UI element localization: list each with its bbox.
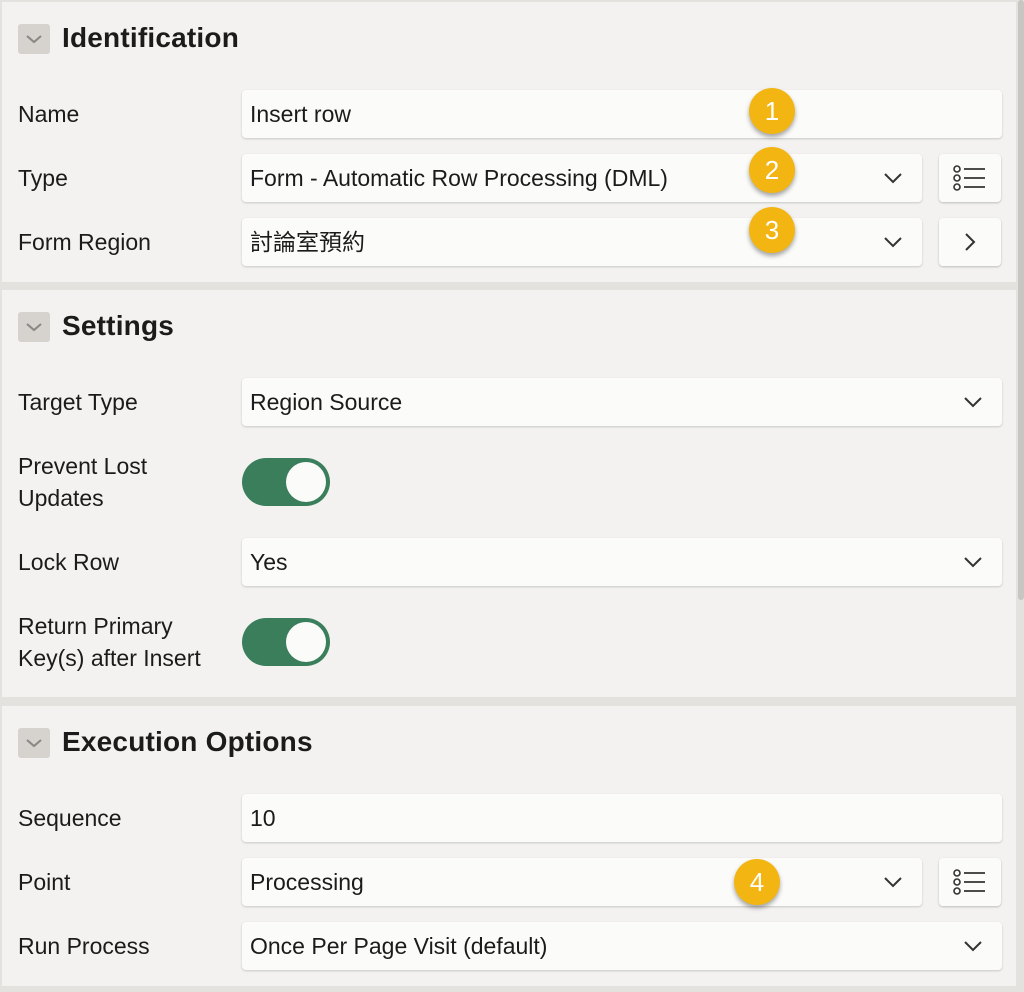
callout-badge-1: 1: [749, 88, 795, 134]
point-list-button[interactable]: [939, 858, 1001, 906]
target-type-row: Target Type Region Source: [2, 378, 1016, 430]
form-region-select[interactable]: 討論室預約: [242, 218, 922, 266]
execution-options-header[interactable]: Execution Options: [2, 706, 1016, 776]
point-row: Point Processing: [2, 858, 1016, 910]
go-to-region-button[interactable]: [939, 218, 1001, 266]
prevent-lost-updates-toggle[interactable]: [242, 458, 330, 506]
settings-section: Settings Target Type Region Source Preve…: [2, 290, 1016, 697]
target-type-select[interactable]: Region Source: [242, 378, 1002, 426]
type-label: Type: [18, 165, 68, 191]
callout-badge-3: 3: [749, 207, 795, 253]
chevron-down-icon: [26, 35, 42, 44]
sequence-label: Sequence: [18, 805, 122, 831]
run-process-select[interactable]: Once Per Page Visit (default): [242, 922, 1002, 970]
lock-row-value: Yes: [250, 549, 288, 575]
target-type-label: Target Type: [18, 389, 138, 415]
prevent-lost-updates-row: Prevent Lost Updates: [2, 450, 1016, 514]
form-region-row: Form Region 討論室預約: [2, 218, 1016, 270]
collapse-identification-button[interactable]: [18, 24, 50, 54]
form-region-label: Form Region: [18, 229, 151, 255]
return-pk-label-line1: Return Primary: [18, 613, 173, 639]
run-process-value: Once Per Page Visit (default): [250, 933, 548, 959]
return-pk-row: Return Primary Key(s) after Insert: [2, 610, 1016, 674]
toggle-knob: [286, 462, 326, 502]
identification-title: Identification: [62, 22, 240, 53]
callout-badge-2: 2: [749, 147, 795, 193]
scrollbar[interactable]: [1018, 0, 1024, 600]
return-pk-label: Return Primary Key(s) after Insert: [18, 610, 201, 674]
sequence-row: Sequence 10: [2, 794, 1016, 846]
execution-options-title: Execution Options: [62, 726, 313, 757]
form-region-value: 討論室預約: [250, 229, 365, 255]
name-input[interactable]: Insert row: [242, 90, 1002, 138]
type-list-button[interactable]: [939, 154, 1001, 202]
run-process-label: Run Process: [18, 933, 150, 959]
list-icon: [953, 165, 985, 191]
name-label: Name: [18, 101, 80, 127]
collapse-settings-button[interactable]: [18, 312, 50, 342]
run-process-row: Run Process Once Per Page Visit (default…: [2, 922, 1016, 974]
identification-header[interactable]: Identification: [2, 2, 1016, 72]
sequence-input[interactable]: 10: [242, 794, 1002, 842]
return-pk-label-line2: Key(s) after Insert: [18, 645, 201, 671]
prevent-lost-updates-label-line1: Prevent Lost: [18, 453, 148, 479]
prevent-lost-updates-label: Prevent Lost Updates: [18, 450, 147, 514]
settings-title: Settings: [62, 310, 175, 341]
point-value: Processing: [250, 869, 364, 895]
chevron-down-icon: [882, 232, 904, 252]
type-select[interactable]: Form - Automatic Row Processing (DML): [242, 154, 922, 202]
prevent-lost-updates-label-line2: Updates: [18, 485, 104, 511]
settings-header[interactable]: Settings: [2, 290, 1016, 360]
toggle-knob: [286, 622, 326, 662]
chevron-down-icon: [962, 936, 984, 956]
name-value: Insert row: [250, 101, 351, 127]
callout-badge-4: 4: [734, 859, 780, 905]
return-pk-toggle[interactable]: [242, 618, 330, 666]
lock-row-label: Lock Row: [18, 549, 119, 575]
chevron-down-icon: [882, 872, 904, 892]
name-row: Name Insert row: [2, 90, 1016, 142]
point-select[interactable]: Processing: [242, 858, 922, 906]
chevron-down-icon: [26, 323, 42, 332]
execution-options-section: Execution Options Sequence 10 Point Proc…: [2, 706, 1016, 986]
list-icon: [953, 869, 985, 895]
type-row: Type Form - Automatic Row Processing (DM…: [2, 154, 1016, 206]
chevron-down-icon: [962, 552, 984, 572]
lock-row-row: Lock Row Yes: [2, 538, 1016, 590]
lock-row-select[interactable]: Yes: [242, 538, 1002, 586]
identification-section: Identification Name Insert row Type Form…: [2, 2, 1016, 282]
chevron-down-icon: [962, 392, 984, 412]
target-type-value: Region Source: [250, 389, 403, 415]
collapse-execution-options-button[interactable]: [18, 728, 50, 758]
point-label: Point: [18, 869, 71, 895]
chevron-down-icon: [26, 739, 42, 748]
chevron-right-icon: [965, 233, 976, 251]
type-value: Form - Automatic Row Processing (DML): [250, 165, 668, 191]
sequence-value: 10: [250, 805, 276, 831]
chevron-down-icon: [882, 168, 904, 188]
